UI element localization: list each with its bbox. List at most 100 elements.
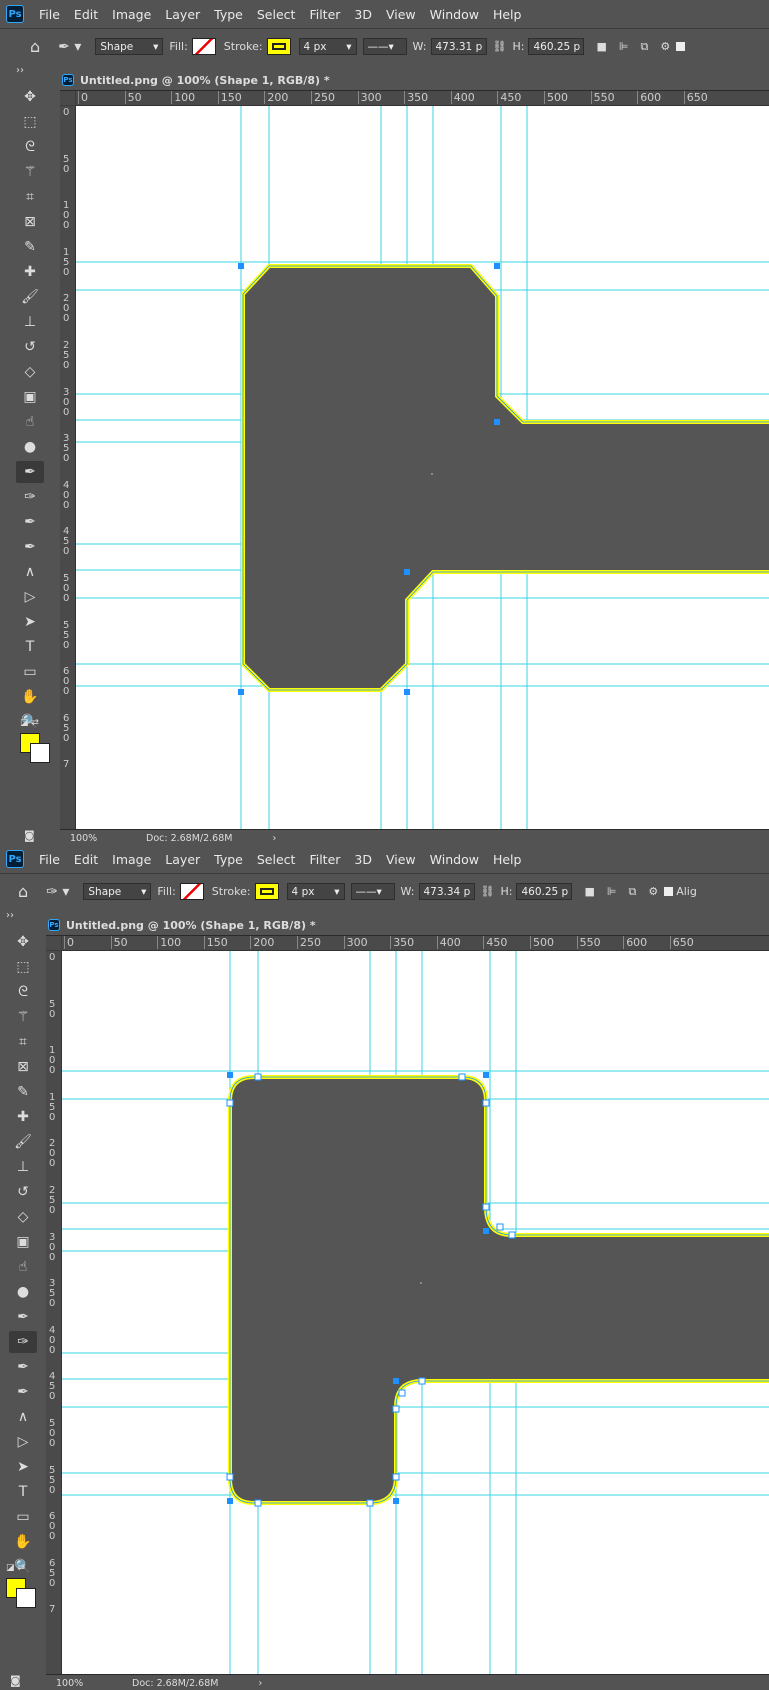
menu-view[interactable]: View	[386, 852, 416, 867]
home-icon[interactable]: ⌂	[30, 37, 40, 56]
gear-icon[interactable]: ⚙	[660, 40, 670, 53]
menu-type[interactable]: Type	[214, 7, 243, 22]
rubber-band-checkbox[interactable]	[676, 42, 686, 51]
menu-edit[interactable]: Edit	[74, 7, 98, 22]
stroke-swatch[interactable]	[266, 38, 291, 55]
hand-icon[interactable]: ✋	[16, 686, 44, 708]
stamp-icon[interactable]: ⊥	[9, 1156, 37, 1178]
healing-brush-icon[interactable]: ✚	[16, 261, 44, 283]
background-color[interactable]	[30, 743, 50, 763]
type-icon[interactable]: T	[9, 1481, 37, 1503]
lasso-icon[interactable]: ᘓ	[16, 136, 44, 158]
width-field[interactable]: 473.34 p	[418, 883, 475, 900]
freeform-icon[interactable]: ∧	[16, 561, 44, 583]
menu-layer[interactable]: Layer	[165, 7, 200, 22]
zoom-level[interactable]: 100%	[56, 1678, 132, 1689]
add-anchor-icon[interactable]: ✒	[9, 1356, 37, 1378]
marquee-icon[interactable]: ⬚	[9, 956, 37, 978]
dodge-icon[interactable]: ●	[9, 1281, 37, 1303]
curvature-pen-preset-icon[interactable]: ✑ ▾	[46, 884, 69, 900]
menu-3d[interactable]: 3D	[354, 7, 372, 22]
hand-icon[interactable]: ✋	[9, 1531, 37, 1553]
default-colors-icon[interactable]: ◪ ⇄	[6, 1563, 25, 1573]
crop-icon[interactable]: ⌗	[16, 186, 44, 208]
path-arrangement-icon[interactable]: ⧉	[628, 885, 636, 899]
link-icon[interactable]: ⛓	[481, 885, 495, 898]
fill-swatch[interactable]	[179, 883, 204, 900]
menu-layer[interactable]: Layer	[165, 852, 200, 867]
path-alignment-icon[interactable]: ⊫	[607, 885, 617, 898]
collapse-icon[interactable]: ››	[0, 908, 46, 931]
document-tab[interactable]: Ps Untitled.png @ 100% (Shape 1, RGB/8) …	[60, 70, 769, 91]
path-arrangement-icon[interactable]: ⧉	[640, 40, 648, 54]
eraser-icon[interactable]: ◇	[16, 361, 44, 383]
history-brush-icon[interactable]: ↺	[16, 336, 44, 358]
healing-brush-icon[interactable]: ✚	[9, 1106, 37, 1128]
rectangle-icon[interactable]: ▭	[16, 661, 44, 683]
quick-mask-icon[interactable]: ◙	[24, 829, 35, 842]
convert-point-icon[interactable]: ✒	[16, 536, 44, 558]
direct-select-icon[interactable]: ▷	[16, 586, 44, 608]
status-menu-icon[interactable]: ›	[258, 1678, 262, 1689]
eraser-icon[interactable]: ◇	[9, 1206, 37, 1228]
type-icon[interactable]: T	[16, 636, 44, 658]
brush-icon[interactable]: 🖌	[9, 1131, 37, 1153]
marquee-icon[interactable]: ⬚	[16, 111, 44, 133]
path-alignment-icon[interactable]: ⊫	[619, 40, 629, 53]
tool-mode-select[interactable]: Shape ▾	[95, 38, 164, 55]
stroke-type-select[interactable]: ——▾	[350, 883, 395, 900]
menu-view[interactable]: View	[386, 7, 416, 22]
menu-help[interactable]: Help	[493, 852, 522, 867]
canvas[interactable]	[62, 951, 769, 1674]
gear-icon[interactable]: ⚙	[648, 885, 658, 898]
add-anchor-icon[interactable]: ✒	[16, 511, 44, 533]
quick-mask-icon[interactable]: ◙	[10, 1674, 21, 1687]
dodge-icon[interactable]: ●	[16, 436, 44, 458]
move-icon[interactable]: ✥	[9, 931, 37, 953]
path-operations-icon[interactable]: ■	[596, 40, 606, 53]
gradient-icon[interactable]: ▣	[9, 1231, 37, 1253]
crop-icon[interactable]: ⌗	[9, 1031, 37, 1053]
brush-icon[interactable]: 🖌	[16, 286, 44, 308]
eyedropper-icon[interactable]: ✎	[9, 1081, 37, 1103]
zoom-level[interactable]: 100%	[70, 833, 146, 844]
menu-filter[interactable]: Filter	[309, 7, 340, 22]
align-edges-checkbox[interactable]	[664, 887, 674, 896]
menu-select[interactable]: Select	[257, 7, 296, 22]
status-menu-icon[interactable]: ›	[272, 833, 276, 844]
smudge-icon[interactable]: ☝	[16, 411, 44, 433]
stroke-type-select[interactable]: ——▾	[362, 38, 407, 55]
menu-image[interactable]: Image	[112, 7, 151, 22]
stamp-icon[interactable]: ⊥	[16, 311, 44, 333]
magic-wand-icon[interactable]: ⚚	[9, 1006, 37, 1028]
frame-icon[interactable]: ⊠	[16, 211, 44, 233]
pen-icon[interactable]: ✒	[16, 461, 44, 483]
lasso-icon[interactable]: ᘓ	[9, 981, 37, 1003]
smudge-icon[interactable]: ☝	[9, 1256, 37, 1278]
stroke-width-field[interactable]: 4 px ▾	[298, 38, 357, 55]
magic-wand-icon[interactable]: ⚚	[16, 161, 44, 183]
eyedropper-icon[interactable]: ✎	[16, 236, 44, 258]
path-select-icon[interactable]: ➤	[16, 611, 44, 633]
tool-mode-select[interactable]: Shape ▾	[83, 883, 152, 900]
menu-window[interactable]: Window	[430, 7, 479, 22]
history-brush-icon[interactable]: ↺	[9, 1181, 37, 1203]
menu-select[interactable]: Select	[257, 852, 296, 867]
height-field[interactable]: 460.25 p	[516, 883, 573, 900]
rectangle-icon[interactable]: ▭	[9, 1506, 37, 1528]
collapse-icon[interactable]: ››	[0, 63, 60, 86]
menu-filter[interactable]: Filter	[309, 852, 340, 867]
convert-point-icon[interactable]: ✒	[9, 1381, 37, 1403]
fill-swatch[interactable]	[191, 38, 216, 55]
move-icon[interactable]: ✥	[16, 86, 44, 108]
canvas[interactable]	[76, 106, 769, 829]
menu-image[interactable]: Image	[112, 852, 151, 867]
curvature-pen-icon[interactable]: ✑	[9, 1331, 37, 1353]
stroke-swatch[interactable]	[254, 883, 279, 900]
menu-type[interactable]: Type	[214, 852, 243, 867]
default-colors-icon[interactable]: ◪ ⇄	[20, 718, 39, 728]
menu-window[interactable]: Window	[430, 852, 479, 867]
menu-file[interactable]: File	[39, 7, 60, 22]
path-operations-icon[interactable]: ■	[584, 885, 594, 898]
gradient-icon[interactable]: ▣	[16, 386, 44, 408]
